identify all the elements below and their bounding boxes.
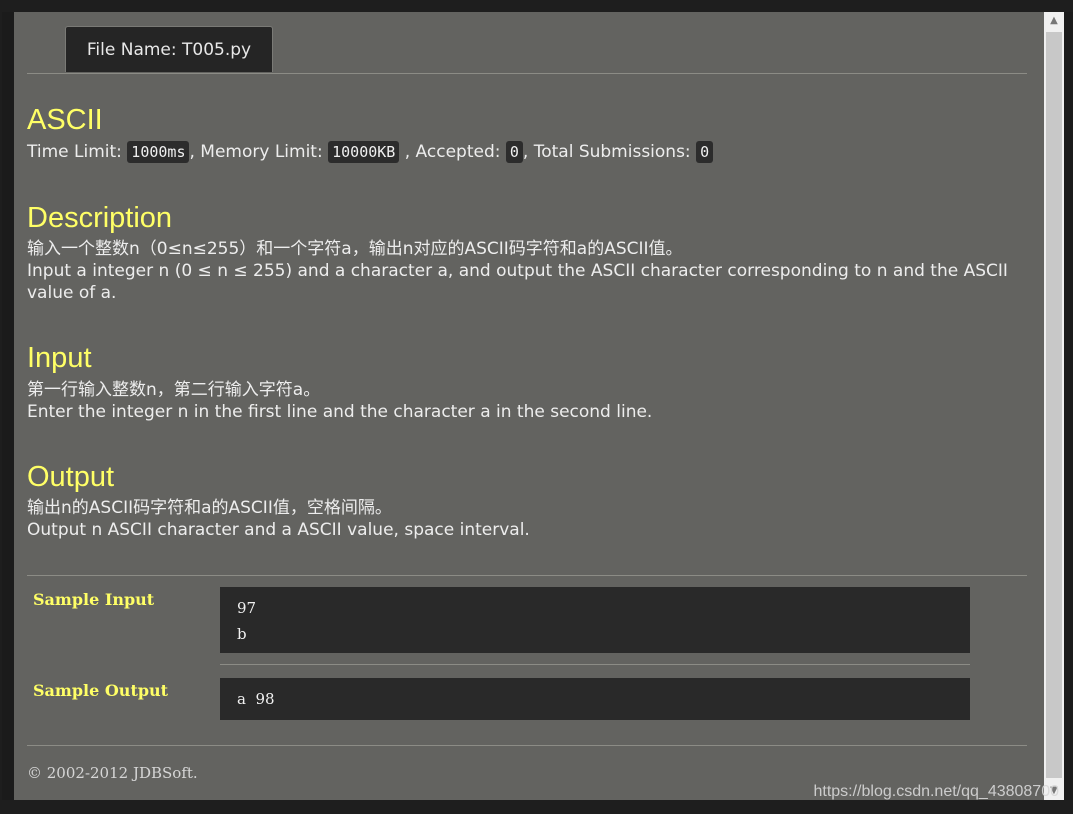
total-submissions-value: 0 [696, 141, 714, 163]
description-body: 输入一个整数n（0≤n≤255）和一个字符a，输出n对应的ASCII码字符和a的… [27, 238, 1017, 304]
time-limit-value: 1000ms [127, 141, 190, 163]
sample-output-box: a 98 [220, 678, 970, 720]
browser-window: File Name: T005.py ASCII Time Limit: 100… [2, 12, 1073, 800]
divider [27, 73, 1027, 74]
total-submissions-label: , Total Submissions: [522, 142, 697, 162]
output-heading: Output [27, 461, 115, 493]
divider [27, 575, 1027, 576]
scroll-up-icon[interactable]: ▲ [1044, 12, 1064, 30]
output-zh: 输出n的ASCII码字符和a的ASCII值，空格间隔。 [27, 498, 392, 518]
sample-input-box: 97 b [220, 587, 970, 653]
input-zh: 第一行输入整数n，第二行输入字符a。 [27, 380, 321, 400]
input-en: Enter the integer n in the first line an… [27, 402, 653, 422]
description-heading: Description [27, 202, 173, 234]
memory-limit-value: 10000KB [328, 141, 400, 163]
memory-limit-label: , Memory Limit: [189, 142, 329, 162]
description-zh: 输入一个整数n（0≤n≤255）和一个字符a，输出n对应的ASCII码字符和a的… [27, 239, 683, 259]
divider [220, 664, 970, 665]
sample-output-label: Sample Output [33, 681, 169, 700]
time-limit-label: Time Limit: [27, 142, 128, 162]
sample-output-value: a 98 [237, 690, 275, 708]
watermark-text: https://blog.csdn.net/qq_43808700 [813, 783, 1059, 800]
divider [27, 745, 1027, 746]
footer-copyright: © 2002-2012 JDBSoft. [27, 764, 198, 782]
description-en: Input a integer n (0 ≤ n ≤ 255) and a ch… [27, 261, 1008, 303]
vertical-scrollbar[interactable]: ▲ ▼ [1044, 12, 1064, 800]
tab-file-name[interactable]: File Name: T005.py [65, 26, 273, 72]
page-viewport: File Name: T005.py ASCII Time Limit: 100… [14, 12, 1044, 800]
sample-input-label: Sample Input [33, 590, 155, 609]
output-en: Output n ASCII character and a ASCII val… [27, 520, 530, 540]
scrollbar-thumb[interactable] [1046, 32, 1062, 778]
problem-limits: Time Limit: 1000ms, Memory Limit: 10000K… [27, 141, 1017, 163]
output-body: 输出n的ASCII码字符和a的ASCII值，空格间隔。 Output n ASC… [27, 497, 1017, 541]
input-heading: Input [27, 342, 92, 374]
input-body: 第一行输入整数n，第二行输入字符a。 Enter the integer n i… [27, 379, 1017, 423]
problem-title: ASCII [27, 104, 103, 136]
sample-input-value: 97 b [237, 599, 257, 643]
accepted-value: 0 [505, 141, 523, 163]
accepted-label: , Accepted: [399, 142, 506, 162]
